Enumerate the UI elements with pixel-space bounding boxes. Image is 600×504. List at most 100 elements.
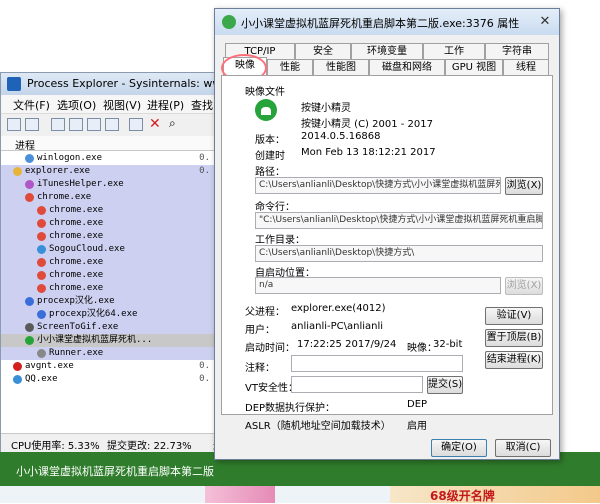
process-cpu: 0. xyxy=(199,153,210,163)
process-row[interactable]: chrome.exe xyxy=(1,269,214,282)
ok-button[interactable]: 确定(O) xyxy=(431,439,487,457)
properties-dialog: 小小课堂虚拟机蓝屏死机重启脚本第二版.exe:3376 属性 ✕ TCP/IP … xyxy=(214,8,560,460)
window-icon[interactable] xyxy=(69,118,83,131)
tab-job[interactable]: 工作 xyxy=(423,43,485,59)
submit-vt-button[interactable]: 提交(S) xyxy=(427,376,463,394)
process-row[interactable]: chrome.exe xyxy=(1,230,214,243)
tab-performance[interactable]: 性能 xyxy=(267,59,313,75)
system-info-icon[interactable] xyxy=(51,118,65,131)
process-name: chrome.exe xyxy=(49,205,104,215)
browse-path-button[interactable]: 浏览(X) xyxy=(505,177,543,195)
workdir-field[interactable]: C:\Users\anlianli\Desktop\快捷方式\ xyxy=(255,245,543,262)
process-row[interactable]: iTunesHelper.exe xyxy=(1,178,214,191)
pe-statusbar: CPU使用率: 5.33% 提交更改: 22.73% 进 xyxy=(1,433,224,452)
column-process[interactable]: 进程 xyxy=(15,137,35,152)
app-copyright: 按键小精灵 (C) 2001 - 2017 xyxy=(301,119,434,130)
refresh-icon[interactable] xyxy=(25,118,39,131)
process-cpu: 0. xyxy=(199,374,210,384)
menu-view[interactable]: 视图(V) xyxy=(103,97,141,113)
menu-options[interactable]: 选项(O) xyxy=(57,97,96,113)
kill-process-icon[interactable]: ✕ xyxy=(149,116,161,132)
process-cpu: 0. xyxy=(199,361,210,371)
tab-performance-graph[interactable]: 性能图 xyxy=(313,59,369,75)
close-icon[interactable]: ✕ xyxy=(535,13,555,30)
browse-autostart-button[interactable]: 浏览(X) xyxy=(505,277,543,295)
created-value: Mon Feb 13 18:12:21 2017 xyxy=(301,147,436,158)
process-row[interactable]: procexp汉化.exe xyxy=(1,295,214,308)
process-row[interactable]: explorer.exe 0. xyxy=(1,165,214,178)
ad-banner[interactable] xyxy=(390,486,600,503)
version-value: 2014.0.5.16868 xyxy=(301,131,381,142)
process-name: chrome.exe xyxy=(49,257,104,267)
tab-security[interactable]: 安全 xyxy=(295,43,351,59)
process-tree[interactable]: winlogon.exe 0. explorer.exe 0. iTunesHelper… xyxy=(1,151,214,433)
menu-process[interactable]: 进程(P) xyxy=(147,97,184,113)
process-row[interactable]: winlogon.exe 0. xyxy=(1,152,214,165)
process-icon xyxy=(25,180,34,189)
process-name: avgnt.exe xyxy=(25,361,74,371)
process-name: iTunesHelper.exe xyxy=(37,179,124,189)
tab-disk-network[interactable]: 磁盘和网络 xyxy=(369,59,445,75)
vt-field xyxy=(291,376,423,393)
process-row[interactable]: chrome.exe xyxy=(1,217,214,230)
cmdline-field[interactable]: "C:\Users\anlianli\Desktop\快捷方式\小小课堂虚拟机蓝… xyxy=(255,212,543,229)
kill-process-button[interactable]: 结束进程(K) xyxy=(485,351,543,369)
process-icon xyxy=(37,258,46,267)
parent-label: 父进程： xyxy=(245,307,285,318)
tree-view-icon[interactable] xyxy=(87,118,101,131)
process-name: chrome.exe xyxy=(49,218,104,228)
process-icon xyxy=(37,219,46,228)
vt-label: VT安全性： xyxy=(245,383,298,394)
start-time-value: 17:22:25 2017/9/24 xyxy=(297,339,397,350)
dialog-title: 小小课堂虚拟机蓝屏死机重启脚本第二版.exe:3376 属性 xyxy=(241,17,520,30)
process-row[interactable]: chrome.exe xyxy=(1,256,214,269)
process-row[interactable]: procexp汉化64.exe xyxy=(1,308,214,321)
comment-field[interactable] xyxy=(291,355,463,372)
app-icon xyxy=(222,15,236,29)
verify-button[interactable]: 验证(V) xyxy=(485,307,543,325)
start-time-label: 启动时间： xyxy=(245,343,295,354)
process-icon xyxy=(13,167,22,176)
process-name: Runner.exe xyxy=(49,348,104,358)
process-name: QQ.exe xyxy=(25,374,58,384)
process-row[interactable]: chrome.exe xyxy=(1,191,214,204)
process-icon xyxy=(37,310,46,319)
dll-view-icon[interactable] xyxy=(105,118,119,131)
ad-image[interactable] xyxy=(205,486,275,503)
parent-value: explorer.exe(4012) xyxy=(291,303,386,314)
autostart-field[interactable]: n/a xyxy=(255,277,501,294)
process-row[interactable]: chrome.exe xyxy=(1,282,214,295)
process-row[interactable]: avgnt.exe 0. xyxy=(1,360,214,373)
process-icon xyxy=(25,154,34,163)
process-name: procexp汉化.exe xyxy=(37,296,115,306)
process-icon xyxy=(25,193,34,202)
path-label: 路径： xyxy=(255,167,285,178)
process-name: explorer.exe xyxy=(25,166,91,176)
process-icon xyxy=(25,323,34,332)
find-binoculars-icon[interactable]: ⌕ xyxy=(169,116,176,131)
bring-to-front-button[interactable]: 置于顶层(B) xyxy=(485,329,543,347)
process-row[interactable]: Runner.exe xyxy=(1,347,214,360)
process-row[interactable]: 小小课堂虚拟机蓝屏死机... xyxy=(1,334,214,347)
process-name: chrome.exe xyxy=(49,283,104,293)
process-row[interactable]: ScreenToGif.exe xyxy=(1,321,214,334)
properties-icon[interactable] xyxy=(129,118,143,131)
process-row[interactable]: chrome.exe xyxy=(1,204,214,217)
cancel-button[interactable]: 取消(C) xyxy=(495,439,551,457)
process-name: ScreenToGif.exe xyxy=(37,322,119,332)
process-row[interactable]: QQ.exe 0. xyxy=(1,373,214,386)
process-row[interactable]: SogouCloud.exe xyxy=(1,243,214,256)
aslr-label: ASLR（随机地址空间加载技术） xyxy=(245,421,391,432)
tab-gpu[interactable]: GPU 视图 xyxy=(445,59,503,75)
menu-file[interactable]: 文件(F) xyxy=(13,97,50,113)
process-name: 小小课堂虚拟机蓝屏死机... xyxy=(37,335,153,345)
comment-label: 注释： xyxy=(245,363,275,374)
process-icon xyxy=(37,349,46,358)
tab-strings[interactable]: 字符串 xyxy=(485,43,549,59)
tab-threads[interactable]: 线程 xyxy=(503,59,549,75)
process-name: chrome.exe xyxy=(49,270,104,280)
path-field[interactable]: C:\Users\anlianli\Desktop\快捷方式\小小课堂虚拟机蓝屏… xyxy=(255,177,501,194)
tab-environment[interactable]: 环境变量 xyxy=(351,43,423,59)
cpu-usage: CPU使用率: 5.33% xyxy=(11,441,100,452)
save-icon[interactable] xyxy=(7,118,21,131)
